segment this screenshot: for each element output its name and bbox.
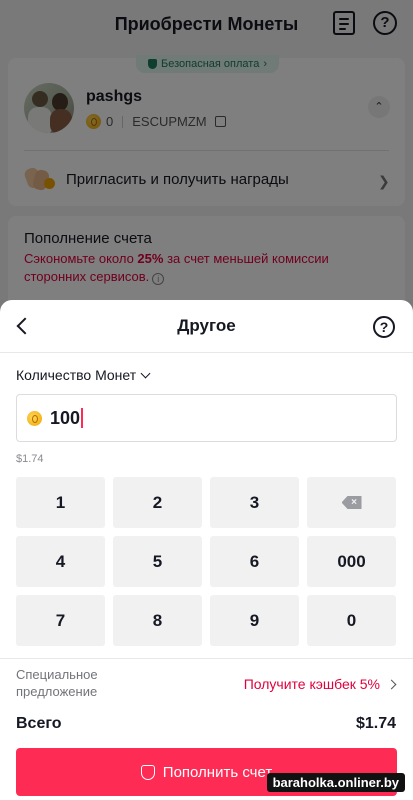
key-8[interactable]: 8 [113, 595, 202, 646]
coin-icon [27, 410, 42, 426]
key-9[interactable]: 9 [210, 595, 299, 646]
divider [0, 658, 413, 659]
usd-equivalent: $1.74 [16, 453, 44, 465]
key-7[interactable]: 7 [16, 595, 105, 646]
recharge-button-label: Пополнить счет [162, 763, 273, 781]
key-4[interactable]: 4 [16, 536, 105, 587]
divider [0, 352, 413, 353]
key-1[interactable]: 1 [16, 477, 105, 528]
quantity-label: Количество Монет [16, 367, 137, 383]
custom-amount-sheet: Другое ? Количество Монет 100 $1.74 1 2 … [0, 300, 413, 800]
watermark: baraholka.onliner.by [266, 773, 405, 792]
key-3[interactable]: 3 [210, 477, 299, 528]
quantity-dropdown[interactable]: Количество Монет [16, 367, 151, 383]
backspace-key[interactable]: × [307, 477, 396, 528]
key-2[interactable]: 2 [113, 477, 202, 528]
key-000[interactable]: 000 [307, 536, 396, 587]
backspace-icon: × [341, 496, 362, 509]
key-6[interactable]: 6 [210, 536, 299, 587]
chevron-right-icon [386, 679, 397, 689]
special-offer-label: Специальное предложение [16, 667, 98, 699]
key-0[interactable]: 0 [307, 595, 396, 646]
coin-amount-value: 100 [50, 407, 81, 428]
cashback-link[interactable]: Получите кэшбек 5% [243, 676, 397, 692]
coin-amount-input[interactable]: 100 [16, 394, 397, 442]
key-5[interactable]: 5 [113, 536, 202, 587]
total-label: Всего [16, 715, 62, 732]
shield-icon [140, 764, 155, 780]
sheet-title: Другое [177, 316, 236, 335]
numeric-keypad: 1 2 3 × 4 5 6 000 7 8 9 0 [16, 477, 399, 646]
chevron-down-icon [140, 368, 151, 378]
total-value: $1.74 [355, 715, 396, 732]
cashback-label: Получите кэшбек 5% [243, 676, 380, 692]
help-circle-icon[interactable]: ? [373, 316, 395, 338]
text-caret [81, 408, 84, 428]
